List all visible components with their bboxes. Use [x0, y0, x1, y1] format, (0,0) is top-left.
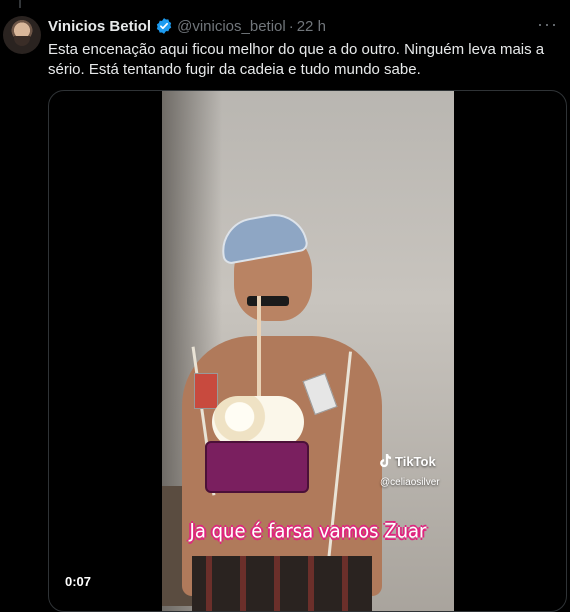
tiktok-handle: @celiaosilver: [380, 477, 440, 488]
tweet-header: Vinicios Betiol @vinicios_betiol · 22 h: [48, 16, 326, 36]
verified-badge-icon: [156, 18, 172, 34]
video-popcorn-box: [205, 441, 309, 493]
video-frame[interactable]: TikTok @celiaosilver Ja que é farsa vamo…: [162, 91, 454, 611]
avatar[interactable]: [3, 16, 41, 54]
more-icon[interactable]: ···: [537, 14, 558, 35]
tiktok-watermark: TikTok: [378, 453, 436, 469]
author-handle[interactable]: @vinicios_betiol: [177, 18, 286, 35]
thread-line: [19, 0, 21, 8]
avatar-beard: [14, 36, 30, 46]
video-player[interactable]: TikTok @celiaosilver Ja que é farsa vamo…: [48, 90, 567, 612]
video-nose-tape: [247, 296, 289, 306]
video-person-shorts: [192, 556, 372, 611]
tiktok-icon: [380, 454, 391, 468]
video-caption: Ja que é farsa vamos Zuar: [189, 519, 427, 544]
video-timestamp: 0:07: [65, 574, 92, 589]
tweet-time[interactable]: 22 h: [297, 18, 326, 35]
video-sticker: [194, 373, 218, 409]
tweet-text: Esta encenação aqui ficou melhor do que …: [48, 41, 545, 78]
separator: ·: [288, 17, 294, 35]
author-name[interactable]: Vinicios Betiol: [48, 18, 151, 35]
tiktok-label: TikTok: [395, 453, 436, 469]
